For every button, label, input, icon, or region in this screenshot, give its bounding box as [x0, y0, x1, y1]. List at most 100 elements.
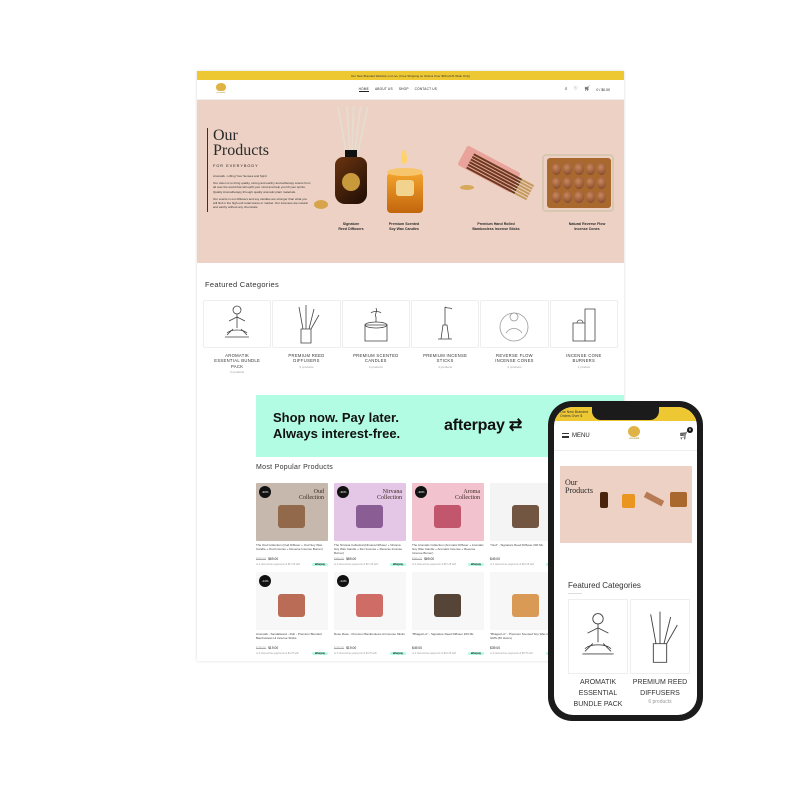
- category-card[interactable]: AROMATIK ESSENTIAL BUNDLE PACK 2 products: [203, 300, 272, 375]
- incense-stick-line-icon: [410, 300, 480, 348]
- product-card[interactable]: -30% Nirvana Collection The Nirvana Collect…: [334, 483, 406, 566]
- category-count: 2 products: [230, 370, 245, 375]
- product-image[interactable]: -14%: [256, 572, 328, 630]
- hero-title: Our Products: [213, 128, 311, 159]
- discount-badge: -30%: [337, 486, 349, 498]
- product-image[interactable]: -30% Nirvana Collection: [334, 483, 406, 541]
- category-card[interactable]: PREMIUM SCENTED CANDLES 4 products: [341, 300, 410, 374]
- afterpay-installments: or 4 interest-free payments of $12.25 wi…: [412, 652, 484, 655]
- category-card[interactable]: REVERSE FLOW INCENSE CONES 2 products: [480, 300, 549, 374]
- afterpay-pill[interactable]: afterpay: [311, 563, 328, 566]
- discount-badge: -14%: [259, 575, 271, 587]
- product-title[interactable]: The Aromatic Collection (Aromatic Diffus…: [412, 544, 484, 556]
- nav-shop[interactable]: SHOP: [399, 87, 409, 92]
- search-icon[interactable]: ⌕: [565, 87, 568, 92]
- mobile-category-card[interactable]: PREMIUM REED DIFFUSERS 6 products: [630, 599, 690, 710]
- buddha-burner-icon: [480, 300, 549, 348]
- incense-cones-image[interactable]: [547, 158, 611, 208]
- mobile-cart-button[interactable]: 🛒︎ 0: [679, 427, 693, 440]
- installment-text: or 4 interest-free payments of $4.75 wit…: [256, 652, 299, 655]
- afterpay-installments: or 4 interest-free payments of $17.25 wi…: [334, 563, 406, 566]
- hero-scents: Our scents in our diffusers and soy cand…: [213, 196, 308, 210]
- hero-title-line2: Products: [213, 142, 269, 159]
- product-card[interactable]: -14% Rose Rose - Premium Bambooless Hi In…: [334, 572, 406, 655]
- popular-products-grid: -30% Oud Collection The Oud Collection (Oud…: [256, 483, 562, 655]
- installment-text: or 4 interest-free payments of $12.25 wi…: [490, 563, 535, 566]
- mobile-diffuser-image: [600, 492, 608, 508]
- product-shape: [355, 505, 383, 529]
- phone-screen: Our New Branded Orders Over $ MENU aroma…: [554, 407, 697, 715]
- hero-description: Aromatik - Lifting Your Senses and Spiri…: [213, 174, 311, 209]
- hero-product-caption-cones[interactable]: Natural Reverse Flow Incense Cones: [552, 222, 622, 231]
- mobile-logo[interactable]: aromatik: [626, 425, 642, 446]
- product-card[interactable]: -14% Aromatik - Sandalwood - Ruh - Premiu…: [256, 572, 328, 655]
- diffuser-label: [342, 173, 360, 191]
- old-price: $25.00: [256, 646, 267, 650]
- category-count: 2 products: [507, 364, 522, 369]
- site-logo[interactable]: aromatik: [211, 82, 231, 97]
- featured-categories-heading: Featured Categories: [205, 280, 280, 289]
- product-title[interactable]: Rose Rose - Premium Bambooless Hi Incens…: [334, 633, 406, 645]
- hero-text-block: Our Products FOR EVERYBODY Aromatik - Li…: [207, 128, 311, 213]
- afterpay-pill[interactable]: afterpay: [467, 652, 484, 655]
- old-price: $99.00: [412, 557, 423, 561]
- category-name: AROMATIK ESSENTIAL BUNDLE PACK: [214, 353, 261, 369]
- product-title[interactable]: Aromatik - Sandalwood - Ruh - Premium Bl…: [256, 633, 328, 645]
- nav-contact[interactable]: CONTACT US: [415, 87, 437, 92]
- category-card[interactable]: PREMIUM REED DIFFUSERS 6 products: [272, 300, 341, 374]
- product-card[interactable]: -30% Aroma Collection The Aromatic Collecti…: [412, 483, 484, 566]
- site-header: aromatik HOME ABOUT US SHOP CONTACT US ⌕…: [197, 80, 624, 100]
- category-name: INCENSE CONE BURNERS: [566, 353, 602, 364]
- collection-overlay: Oud Collection: [299, 489, 324, 501]
- cart-icon[interactable]: 🛒︎: [584, 87, 590, 92]
- afterpay-pill[interactable]: afterpay: [389, 652, 406, 655]
- product-shape: [277, 505, 305, 529]
- nav-home[interactable]: HOME: [358, 87, 369, 92]
- reed-sticks-image: [337, 106, 369, 153]
- logo-text: aromatik: [216, 90, 226, 94]
- hero-product-caption-candle[interactable]: Premium Scented Soy Wax Candles: [369, 222, 439, 231]
- product-price: $99.00 $69.00: [256, 557, 328, 561]
- incense-holder: [460, 185, 474, 190]
- meditation-figure-icon: [568, 599, 628, 674]
- nav-about[interactable]: ABOUT US: [375, 87, 393, 92]
- category-count: 4 products: [368, 364, 383, 369]
- main-nav: HOME ABOUT US SHOP CONTACT US: [358, 87, 438, 92]
- cart-count-badge: 0: [686, 427, 693, 433]
- product-image[interactable]: -30% Aroma Collection: [412, 483, 484, 541]
- product-image[interactable]: -14%: [334, 572, 406, 630]
- product-image[interactable]: -30% Oud Collection: [256, 483, 328, 541]
- mobile-menu-button[interactable]: MENU: [562, 433, 590, 439]
- reed-diffuser-line-icon: [272, 300, 341, 348]
- product-card[interactable]: "Bhagat Lic" - Signature Reed Diffuser 2…: [412, 572, 484, 655]
- product-title[interactable]: The Nirvana Collection(Nirvana Diffuser …: [334, 544, 406, 556]
- mobile-featured-categories: AROMATIK ESSENTIAL BUNDLE PACK PREMIUM REE…: [568, 599, 690, 710]
- phone-mockup: Our New Branded Orders Over $ MENU aroma…: [548, 401, 703, 721]
- discount-badge: -30%: [415, 486, 427, 498]
- hamburger-icon: [562, 433, 569, 438]
- product-price: $49.00: [412, 646, 484, 650]
- candle-flame: [401, 150, 407, 164]
- product-card[interactable]: -30% Oud Collection The Oud Collection (Oud…: [256, 483, 328, 566]
- category-name: PREMIUM REED DIFFUSERS: [288, 353, 325, 364]
- category-card[interactable]: PREMIUM INCENSE STICKS 4 products: [410, 300, 480, 374]
- hero-product-caption-incense[interactable]: Premium Hand Rolled Bambooless Incense S…: [461, 222, 531, 231]
- wishlist-icon[interactable]: ♡: [574, 87, 578, 92]
- product-image[interactable]: [412, 572, 484, 630]
- product-title[interactable]: "Bhagat Lic" - Signature Reed Diffuser 2…: [412, 633, 484, 645]
- afterpay-logo: afterpay ⇄: [444, 417, 523, 434]
- hero-vision: Our vision is to bring quality, strong a…: [213, 181, 311, 194]
- mobile-cones-image: [670, 492, 687, 507]
- cart-total[interactable]: 0 / $0.00: [596, 88, 610, 92]
- product-price: $25.00 $19.00: [334, 646, 406, 650]
- mobile-featured-heading: Featured Categories: [568, 581, 641, 590]
- afterpay-pill[interactable]: afterpay: [389, 563, 406, 566]
- category-card[interactable]: INCENSE CONE BURNERS 1 product: [549, 300, 618, 374]
- header-tools: ⌕ ♡ 🛒︎ 0 / $0.00: [565, 87, 610, 92]
- mobile-category-card[interactable]: AROMATIK ESSENTIAL BUNDLE PACK: [568, 599, 628, 710]
- product-title[interactable]: The Oud Collection (Oud Diffuser + Oud S…: [256, 544, 328, 556]
- current-price: $49.00: [490, 557, 501, 561]
- mobile-category-name: AROMATIK ESSENTIAL BUNDLE PACK: [573, 679, 623, 708]
- afterpay-pill[interactable]: afterpay: [311, 652, 328, 655]
- afterpay-pill[interactable]: afterpay: [467, 563, 484, 566]
